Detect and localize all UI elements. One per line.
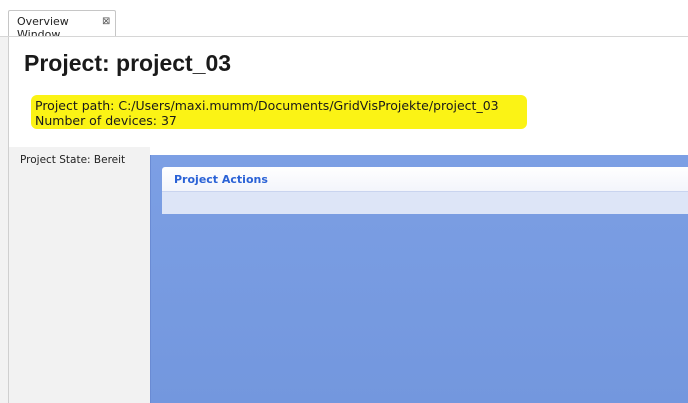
tab-overview-window[interactable]: Overview Window ⊠: [8, 10, 116, 41]
project-state-sidebar: Project State: Bereit: [9, 147, 150, 403]
project-actions-header[interactable]: Project Actions: [162, 167, 688, 191]
project-info-highlight: Project path: C:/Users/maxi.mumm/Documen…: [31, 95, 527, 129]
project-path-text: Project path: C:/Users/maxi.mumm/Documen…: [35, 98, 499, 113]
left-edge-strip: [0, 37, 8, 403]
page-title: Project: project_03: [24, 50, 232, 76]
close-tab-icon[interactable]: ⊠: [102, 16, 110, 27]
device-count-text: Number of devices: 37: [35, 113, 177, 128]
project-header: Project: project_03 Project path: C:/Use…: [9, 37, 688, 147]
editor-tab-bar: Overview Window ⊠: [0, 0, 688, 41]
project-actions-area: Project Actions: [150, 155, 688, 403]
project-actions-bar: [162, 191, 688, 214]
project-actions-title: Project Actions: [174, 173, 268, 186]
project-state-label: Project State: Bereit: [20, 154, 126, 166]
